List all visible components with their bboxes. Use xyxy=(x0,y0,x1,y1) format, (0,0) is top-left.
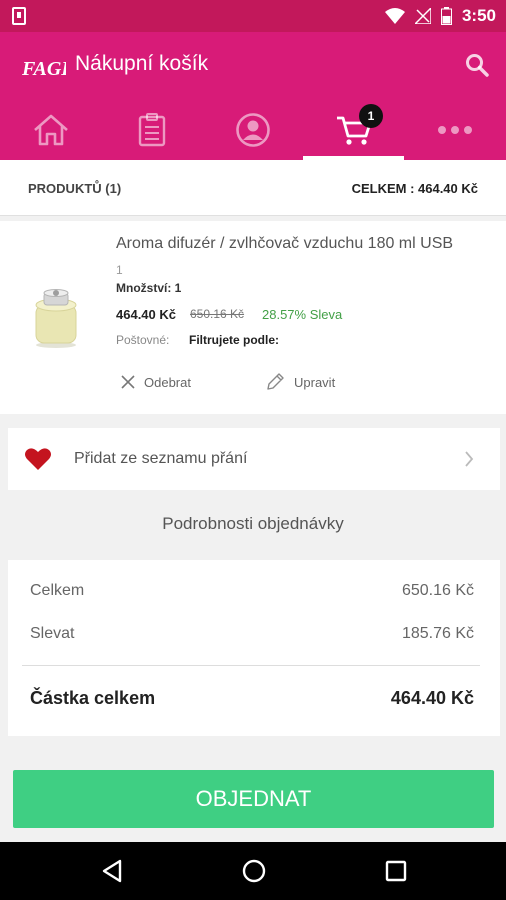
grand-total-value: 464.40 Kč xyxy=(390,688,474,708)
discount-value: 185.76 Kč xyxy=(401,625,474,642)
product-quantity: Množství: 1 xyxy=(116,281,182,295)
user-icon xyxy=(235,113,270,147)
back-button[interactable] xyxy=(97,856,127,886)
cart-summary-bar: PRODUKTŮ (1) CELKEM : 464.40 Kč xyxy=(0,160,506,216)
tab-more[interactable] xyxy=(404,100,505,160)
wishlist-label: Přidat ze seznamu přání xyxy=(74,450,248,467)
heart-icon xyxy=(25,448,51,470)
cart-badge: 1 xyxy=(359,104,383,128)
product-name[interactable]: Aroma difuzér / zvlhčovač vzduchu 180 ml… xyxy=(116,235,496,253)
subtotal-value: 650.16 Kč xyxy=(401,582,474,599)
clipboard-icon xyxy=(138,113,165,147)
products-count: PRODUKTŮ (1) xyxy=(28,181,122,196)
no-signal-icon xyxy=(414,8,431,24)
grand-total-row: Částka celkem 464.40 Kč xyxy=(30,688,474,709)
chevron-right-icon xyxy=(465,451,474,467)
svg-text:FAGER: FAGER xyxy=(21,58,66,80)
home-icon xyxy=(33,114,68,146)
order-details-title: Podrobnosti objednávky xyxy=(162,514,344,533)
tab-profile[interactable] xyxy=(202,100,303,160)
order-button[interactable]: OBJEDNAT xyxy=(13,770,494,828)
edit-button[interactable]: Upravit xyxy=(266,371,335,393)
add-from-wishlist-row[interactable]: Přidat ze seznamu přání xyxy=(8,428,500,490)
recents-button[interactable] xyxy=(381,856,411,886)
product-discount: 28.57% Sleva xyxy=(262,307,343,322)
grand-total-label: Částka celkem xyxy=(30,688,156,708)
remove-label: Odebrat xyxy=(144,374,191,390)
recents-icon xyxy=(385,860,407,882)
wifi-icon xyxy=(384,8,405,24)
close-icon xyxy=(121,375,135,389)
cart-item: Aroma difuzér / zvlhčovač vzduchu 180 ml… xyxy=(0,221,506,414)
discount-row: Slevat 185.76 Kč xyxy=(30,625,474,643)
shipping-label: Poštovné: xyxy=(116,333,170,347)
system-nav-bar xyxy=(0,842,506,900)
home-button[interactable] xyxy=(239,856,269,886)
cart-total: CELKEM : 464.40 Kč xyxy=(351,181,478,196)
tab-cart[interactable]: 1 xyxy=(303,100,404,160)
tab-bar: 1 xyxy=(0,100,506,160)
product-variant: 1 xyxy=(116,263,123,277)
search-icon[interactable] xyxy=(464,52,490,78)
home-circle-icon xyxy=(242,859,266,883)
tab-orders[interactable] xyxy=(101,100,202,160)
more-icon xyxy=(437,126,472,134)
back-icon xyxy=(102,859,122,883)
notification-icon xyxy=(12,7,26,25)
product-price: 464.40 Kč xyxy=(116,307,176,322)
battery-icon xyxy=(440,7,452,25)
app-bar: FAGER Nákupní košík xyxy=(0,32,506,100)
product-image[interactable] xyxy=(30,287,82,349)
edit-label: Upravit xyxy=(294,374,336,390)
page-title: Nákupní košík xyxy=(75,52,209,75)
discount-label: Slevat xyxy=(30,625,75,642)
pencil-icon xyxy=(267,373,284,390)
status-bar: 3:50 xyxy=(0,0,506,32)
order-details-card: Celkem 650.16 Kč Slevat 185.76 Kč Částka… xyxy=(8,560,500,736)
tab-home[interactable] xyxy=(0,100,101,160)
shipping-value: Filtrujete podle: xyxy=(189,333,279,347)
status-time: 3:50 xyxy=(461,6,496,25)
subtotal-row: Celkem 650.16 Kč xyxy=(30,582,474,600)
product-old-price: 650.16 Kč xyxy=(190,307,245,321)
divider xyxy=(22,665,480,666)
remove-button[interactable]: Odebrat xyxy=(120,371,191,393)
fager-logo: FAGER xyxy=(21,58,66,80)
subtotal-label: Celkem xyxy=(30,582,85,599)
